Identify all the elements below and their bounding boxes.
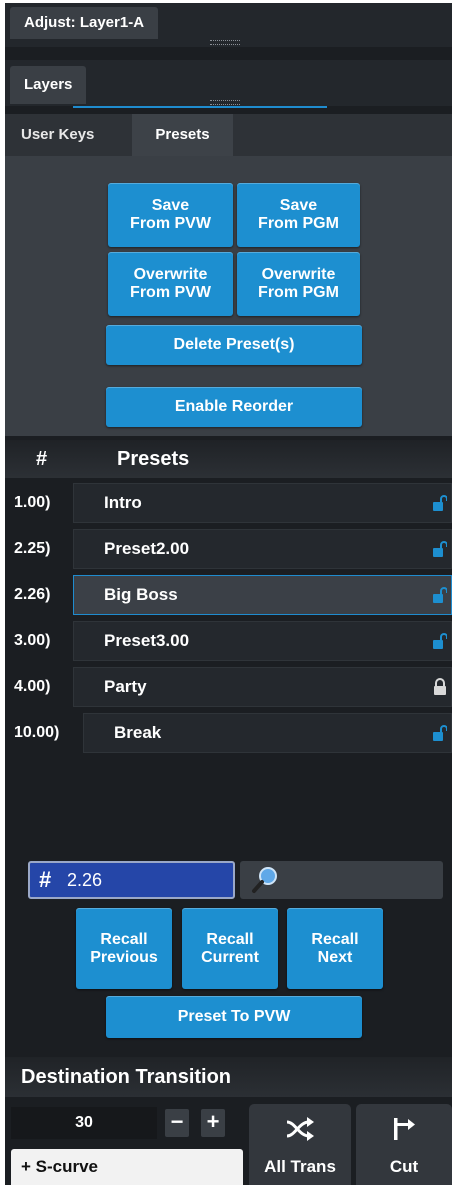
enable-reorder-button[interactable]: Enable Reorder (106, 387, 362, 427)
tab-user-keys[interactable]: User Keys (5, 114, 110, 156)
preset-number-value: 2.26 (67, 870, 103, 890)
decrement-button[interactable]: − (165, 1109, 189, 1137)
all-trans-button[interactable]: All Trans (249, 1104, 351, 1185)
search-icon[interactable] (250, 865, 280, 895)
layers-tabbar: Layers (5, 60, 452, 106)
unlocked-icon[interactable] (433, 494, 447, 512)
presets-panel: Adjust: Layer1-A Layers User Keys Preset… (5, 3, 452, 1185)
destination-transition-header: Destination Transition (5, 1057, 452, 1097)
accent-line (73, 106, 327, 108)
tab-layers[interactable]: Layers (10, 66, 87, 104)
preset-number: 2.25) (14, 540, 51, 557)
preset-number: 4.00) (14, 678, 51, 695)
save-from-pvw-button[interactable]: Save From PVW (108, 183, 233, 247)
subtab-bar: User Keys Presets (5, 114, 452, 156)
tab-presets[interactable]: Presets (132, 114, 233, 156)
preset-name-cell[interactable]: Big Boss (73, 575, 452, 615)
duration-field[interactable]: 30 (11, 1107, 157, 1139)
preset-number: 10.00) (14, 724, 60, 741)
overwrite-from-pvw-button[interactable]: Overwrite From PVW (108, 252, 233, 316)
increment-button[interactable]: + (201, 1109, 225, 1137)
preset-number: 2.26) (14, 586, 51, 603)
preset-name-cell[interactable]: Preset2.00 (73, 529, 452, 569)
preset-name-cell[interactable]: Party (73, 667, 452, 707)
preset-name: Break (114, 723, 162, 742)
preset-row[interactable]: 1.00) Intro (5, 481, 452, 525)
curve-selector[interactable]: + S-curve (11, 1149, 243, 1185)
unlocked-icon[interactable] (433, 724, 447, 742)
preset-row-selected[interactable]: 2.26) Big Boss (5, 573, 452, 617)
preset-name: Preset3.00 (104, 631, 190, 650)
preset-name-cell[interactable]: Break (83, 713, 452, 753)
unlocked-icon[interactable] (433, 540, 447, 558)
adjust-tabbar: Adjust: Layer1-A (5, 3, 452, 47)
resize-grip[interactable] (210, 40, 240, 45)
preset-list-header: # Presets (5, 440, 452, 478)
delete-preset-button[interactable]: Delete Preset(s) (106, 325, 362, 365)
cut-icon (394, 1118, 415, 1140)
preset-name: Intro (104, 493, 142, 512)
hash-symbol: # (39, 867, 52, 892)
preset-row[interactable]: 2.25) Preset2.00 (5, 527, 452, 571)
save-from-pgm-button[interactable]: Save From PGM (237, 183, 360, 247)
column-header-number: # (36, 448, 48, 470)
preset-row[interactable]: 4.00) Party (5, 665, 452, 709)
all-trans-label: All Trans (264, 1157, 336, 1176)
resize-grip[interactable] (210, 100, 240, 105)
preset-list: 1.00) Intro 2.25) Preset2.00 2.26) Big B… (5, 481, 452, 843)
preset-name: Preset2.00 (104, 539, 190, 558)
preset-name: Party (104, 677, 147, 696)
preset-name: Big Boss (104, 585, 178, 604)
overwrite-from-pgm-button[interactable]: Overwrite From PGM (237, 252, 360, 316)
tab-adjust-layer[interactable]: Adjust: Layer1-A (10, 7, 159, 39)
search-field[interactable] (240, 861, 443, 899)
shuffle-icon (286, 1117, 314, 1141)
cut-label: Cut (389, 1157, 419, 1176)
preset-number-input[interactable]: # 2.26 (28, 861, 235, 899)
locked-icon[interactable] (433, 678, 447, 696)
unlocked-icon[interactable] (433, 586, 447, 604)
unlocked-icon[interactable] (433, 632, 447, 650)
recall-previous-button[interactable]: Recall Previous (76, 908, 172, 989)
preset-actions: Save From PVW Save From PGM Overwrite Fr… (5, 156, 452, 436)
preset-number: 3.00) (14, 632, 51, 649)
preset-row[interactable]: 3.00) Preset3.00 (5, 619, 452, 663)
preset-row[interactable]: 10.00) Break (5, 711, 452, 755)
preset-to-pvw-button[interactable]: Preset To PVW (106, 996, 362, 1038)
preset-name-cell[interactable]: Preset3.00 (73, 621, 452, 661)
recall-current-button[interactable]: Recall Current (182, 908, 278, 989)
recall-next-button[interactable]: Recall Next (287, 908, 383, 989)
preset-number: 1.00) (14, 494, 51, 511)
column-header-presets: Presets (117, 448, 190, 470)
preset-name-cell[interactable]: Intro (73, 483, 452, 523)
cut-button[interactable]: Cut (356, 1104, 452, 1185)
